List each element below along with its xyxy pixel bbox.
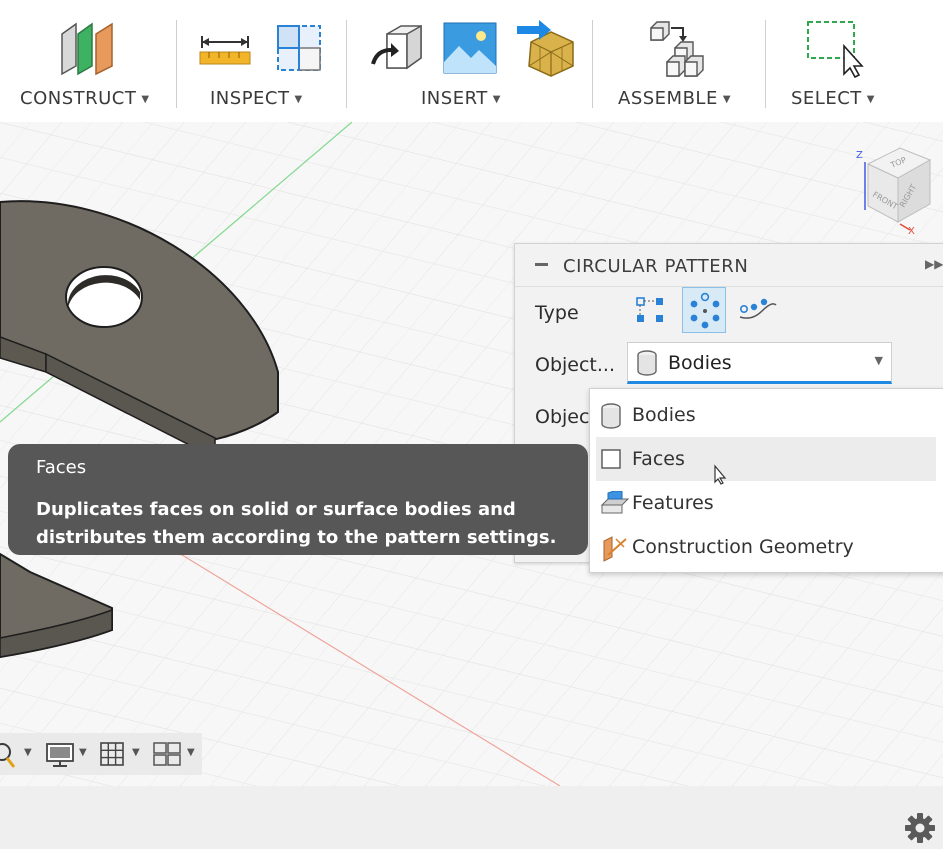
viewcube-x-label: X	[908, 226, 915, 237]
path-pattern-button[interactable]	[736, 287, 780, 333]
tooltip-title: Faces	[36, 457, 87, 478]
construct-label[interactable]: CONSTRUCT ▼	[20, 88, 150, 109]
dropdown-item-label: Bodies	[632, 404, 696, 426]
gear-icon[interactable]	[904, 812, 936, 844]
chevron-down-icon: ▼	[722, 93, 732, 105]
assemble-label[interactable]: ASSEMBLE ▼	[618, 88, 731, 109]
body-cylinder-icon	[637, 350, 657, 376]
chevron-down-icon[interactable]: ▼	[187, 747, 195, 758]
feature-extrude-icon	[600, 491, 630, 514]
objects-label-secondary: Objec	[535, 406, 590, 428]
object-type-select[interactable]: Bodies ▼	[627, 342, 892, 384]
chevron-down-icon: ▼	[874, 354, 883, 367]
dropdown-item-bodies[interactable]: Bodies	[596, 393, 936, 437]
tooltip-description: Duplicates faces on solid or surface bod…	[36, 499, 557, 548]
chevron-down-icon[interactable]: ▼	[79, 747, 87, 758]
select-window-icon	[807, 21, 864, 78]
object-type-value: Bodies	[668, 352, 732, 374]
path-pattern-icon	[739, 298, 777, 319]
dropdown-item-label: Faces	[632, 448, 685, 470]
inspect-group[interactable]: INSPECT ▼	[177, 0, 347, 122]
objects-label: Object...	[535, 354, 615, 376]
chevron-down-icon: ▼	[492, 93, 501, 105]
insert-group[interactable]: INSERT ▼	[347, 0, 592, 122]
object-type-dropdown: Bodies Faces Features Construction Geome…	[589, 388, 943, 573]
toolbar: CONSTRUCT ▼ INSPECT ▼ INSERT ▼ ASSEMBLE …	[0, 0, 943, 122]
viewcube-z-label: Z	[856, 150, 863, 161]
section-analysis-icon	[277, 25, 321, 71]
dropdown-item-construction-geometry[interactable]: Construction Geometry	[596, 525, 936, 569]
face-square-icon	[601, 449, 621, 469]
rectangular-pattern-button[interactable]	[628, 287, 672, 333]
chevron-down-icon[interactable]: ▼	[132, 747, 140, 758]
panel-title: CIRCULAR PATTERN	[563, 256, 749, 277]
construction-geometry-icon	[603, 536, 627, 562]
tooltip: Faces Duplicates faces on solid or surfa…	[8, 444, 588, 555]
insert-label[interactable]: INSERT ▼	[421, 88, 501, 109]
viewports-icon[interactable]	[153, 742, 181, 766]
body-cylinder-icon	[601, 403, 621, 429]
collapse-icon[interactable]	[535, 263, 548, 266]
mouse-cursor-icon	[714, 464, 727, 485]
grid-settings-icon[interactable]	[100, 742, 124, 766]
circular-pattern-icon	[690, 292, 720, 329]
navigation-bar: ▼ ▼ ▼ ▼	[0, 733, 202, 775]
circular-pattern-button[interactable]	[682, 287, 726, 333]
display-settings-icon[interactable]	[45, 742, 75, 768]
inspect-label[interactable]: INSPECT ▼	[210, 88, 303, 109]
dropdown-item-label: Construction Geometry	[632, 536, 854, 558]
expand-arrows-icon[interactable]: ▶▶	[925, 257, 943, 271]
chevron-down-icon: ▼	[294, 93, 303, 105]
chevron-down-icon: ▼	[866, 93, 875, 105]
select-group[interactable]: SELECT ▼	[766, 0, 943, 122]
dropdown-item-label: Features	[632, 492, 714, 514]
assemble-components-icon	[650, 21, 704, 77]
assemble-group[interactable]: ASSEMBLE ▼	[593, 0, 765, 122]
bottom-bar	[0, 786, 943, 849]
chevron-down-icon[interactable]: ▼	[24, 747, 32, 758]
rectangular-pattern-icon	[636, 297, 663, 322]
select-label[interactable]: SELECT ▼	[791, 88, 875, 109]
construct-group[interactable]: CONSTRUCT ▼	[0, 0, 175, 122]
measure-ruler-icon	[199, 36, 251, 65]
dropdown-item-features[interactable]: Features	[596, 481, 936, 525]
dropdown-item-faces[interactable]: Faces	[596, 437, 936, 481]
zoom-icon[interactable]	[0, 741, 18, 769]
type-label: Type	[535, 302, 579, 324]
chevron-down-icon: ▼	[141, 93, 150, 105]
insert-derive-icon	[371, 24, 422, 70]
panel-header: CIRCULAR PATTERN ▶▶	[515, 244, 943, 287]
insert-image-icon	[443, 22, 497, 74]
construct-planes-icon	[61, 22, 113, 76]
insert-mesh-icon	[517, 20, 574, 77]
